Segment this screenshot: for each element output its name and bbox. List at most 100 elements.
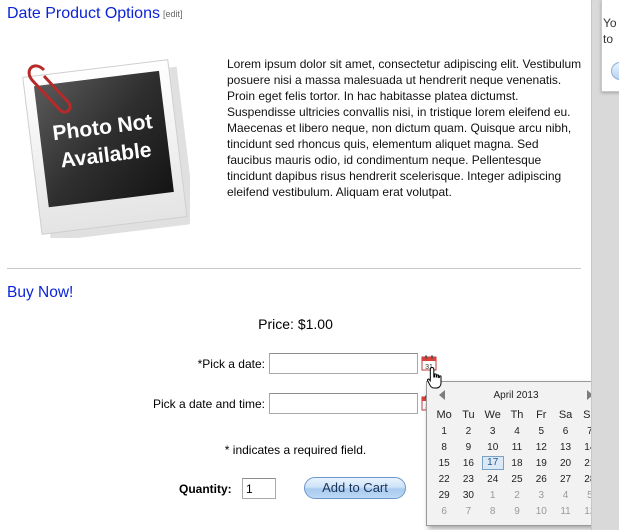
- calendar-day[interactable]: 12: [529, 439, 553, 455]
- calendar-day[interactable]: 1: [432, 423, 456, 439]
- calendar-day-number: 1: [441, 425, 447, 437]
- calendar-day[interactable]: 10: [481, 439, 505, 455]
- calendar-day-number: 29: [438, 489, 450, 501]
- calendar-day-number: 6: [562, 425, 569, 437]
- calendar-day[interactable]: 6: [553, 423, 577, 439]
- calendar-day[interactable]: 4: [505, 423, 529, 439]
- calendar-day[interactable]: 15: [432, 455, 456, 471]
- calendar-day-number: 8: [441, 441, 447, 453]
- calendar-day-today[interactable]: 17: [481, 455, 505, 471]
- calendar-day-number: 25: [511, 473, 523, 485]
- calendar-day-number: 20: [559, 457, 572, 469]
- calendar-day-number: 8: [489, 505, 496, 517]
- calendar-day[interactable]: 5: [529, 423, 553, 439]
- calendar-day-number: 23: [462, 473, 474, 485]
- main-content: Date Product Options [edit] Photo Not Ava…: [0, 0, 606, 530]
- calendar-day[interactable]: 2: [505, 487, 529, 503]
- date-picker-grid: Mo Tu We Th Fr Sa Su 1 2 3 4 5 6 7 8 9 10 11 12 13 14…: [432, 407, 602, 519]
- calendar-day[interactable]: 18: [505, 455, 529, 471]
- edit-link[interactable]: [edit]: [163, 9, 183, 19]
- calendar-day[interactable]: 11: [505, 439, 529, 455]
- calendar-day-number: 16: [462, 457, 474, 469]
- calendar-day[interactable]: 3: [529, 487, 553, 503]
- calendar-day-number: 4: [562, 489, 569, 501]
- page-title-text: Date Product Options: [7, 5, 160, 22]
- price-text: Price: $1.00: [258, 316, 333, 332]
- calendar-day[interactable]: 3: [481, 423, 505, 439]
- quantity-input[interactable]: [242, 478, 276, 499]
- side-card: Yo to: [601, 0, 619, 92]
- calendar-day[interactable]: 11: [553, 503, 577, 519]
- quantity-label: Quantity:: [179, 482, 232, 496]
- calendar-day[interactable]: 20: [553, 455, 577, 471]
- calendar-day[interactable]: 22: [432, 471, 456, 487]
- calendar-day-number: 7: [465, 505, 472, 517]
- calendar-week-row: 1234567: [432, 423, 602, 439]
- calendar-day[interactable]: 4: [553, 487, 577, 503]
- calendar-day[interactable]: 30: [456, 487, 480, 503]
- side-card-button[interactable]: [611, 62, 619, 80]
- calendar-day-number: 2: [514, 489, 520, 501]
- calendar-day[interactable]: 7: [456, 503, 480, 519]
- calendar-day[interactable]: 9: [505, 503, 529, 519]
- calendar-day[interactable]: 2: [456, 423, 480, 439]
- calendar-day-number: 2: [465, 425, 472, 437]
- date-picker-popup: April 2013 Mo Tu We Th Fr Sa Su 12345678…: [426, 381, 606, 526]
- calendar-day-number: 26: [535, 473, 547, 485]
- weekday-label: Mo: [436, 409, 452, 421]
- calendar-day-number: 5: [538, 425, 545, 437]
- date-input[interactable]: [269, 353, 418, 374]
- calendar-day[interactable]: 9: [456, 439, 480, 455]
- calendar-day[interactable]: 13: [553, 439, 577, 455]
- datetime-field-label: Pick a date and time:: [152, 397, 265, 411]
- calendar-day-number: 6: [441, 505, 447, 517]
- weekday-label: Sa: [558, 409, 573, 421]
- calendar-day[interactable]: 26: [529, 471, 553, 487]
- calendar-day-number: 10: [535, 505, 547, 517]
- calendar-day-number: 1: [489, 489, 496, 501]
- calendar-day[interactable]: 1: [481, 487, 505, 503]
- calendar-day[interactable]: 10: [529, 503, 553, 519]
- calendar-day-number: 3: [538, 489, 545, 501]
- calendar-week-row: 15 16 17 18 19 20 21: [432, 455, 602, 471]
- calendar-day[interactable]: 23: [456, 471, 480, 487]
- date-picker-days: 1 2 3 4 5 6 7 8 9 10 11 12 13 14 15 16 17 18 19 20 21 22 23 24 2…: [432, 423, 602, 519]
- calendar-day-number: 12: [535, 441, 547, 453]
- calendar-day[interactable]: 8: [481, 503, 505, 519]
- calendar-week-row: 29 30 1 2 3 4 5: [432, 487, 602, 503]
- calendar-day-number: 27: [559, 473, 572, 485]
- calendar-day-number: 11: [511, 441, 523, 453]
- calendar-day-number: 3: [489, 425, 496, 437]
- side-card-text-2: to: [603, 32, 614, 46]
- side-card-text-1: Yo: [603, 16, 617, 30]
- calendar-day[interactable]: 24: [481, 471, 505, 487]
- weekday-label: Tu: [462, 409, 475, 421]
- add-to-cart-button[interactable]: Add to Cart: [304, 477, 406, 499]
- calendar-day-number: 22: [438, 473, 450, 485]
- calendar-day[interactable]: 16: [456, 455, 480, 471]
- date-picker-header: April 2013: [432, 385, 600, 407]
- product-description: Lorem ipsum dolor sit amet, consectetur …: [227, 57, 582, 199]
- calendar-day[interactable]: 27: [553, 471, 577, 487]
- calendar-day[interactable]: 25: [505, 471, 529, 487]
- weekday-label: We: [484, 409, 501, 421]
- weekday-header-row: Mo Tu We Th Fr Sa Su: [432, 407, 602, 423]
- calendar-day[interactable]: 6: [432, 503, 456, 519]
- hand-pointer-icon: [426, 366, 442, 389]
- calendar-day-number: 11: [560, 505, 571, 517]
- buy-now-heading: Buy Now!: [7, 284, 74, 301]
- calendar-day[interactable]: 8: [432, 439, 456, 455]
- calendar-week-row: 22 23 24 25 26 27 28: [432, 471, 602, 487]
- weekday-label: Fr: [536, 409, 547, 421]
- date-field-label: *Pick a date:: [197, 357, 265, 371]
- calendar-day-number: 15: [438, 457, 450, 469]
- weekday-label: Th: [510, 409, 524, 421]
- datetime-input[interactable]: [269, 393, 418, 414]
- calendar-day[interactable]: 29: [432, 487, 456, 503]
- calendar-day[interactable]: 19: [529, 455, 553, 471]
- section-divider: [7, 268, 581, 269]
- page-title: Date Product Options [edit]: [7, 5, 182, 23]
- date-picker-month: April 2013: [493, 390, 539, 401]
- calendar-day-number: 18: [511, 457, 523, 469]
- product-image: Photo Not Available: [22, 59, 190, 238]
